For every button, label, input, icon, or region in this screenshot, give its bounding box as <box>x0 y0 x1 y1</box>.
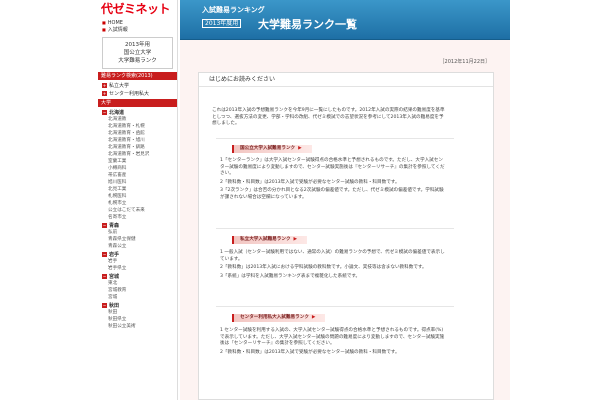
page-left-margin <box>0 0 98 400</box>
panel-title: はじめにお読みください <box>199 73 493 87</box>
logo-text: 代ゼミネット <box>101 2 171 16</box>
divider <box>216 306 454 307</box>
bullet-icon: ■ <box>102 27 106 32</box>
sidebar-university-link[interactable]: 公立はこだて未来 <box>98 207 177 214</box>
sidebar-university-link[interactable]: 青森公立 <box>98 243 177 250</box>
sidebar-university-link[interactable]: 岩手 <box>98 258 177 265</box>
sidebar-university-link[interactable]: 北海道教育・岩見沢 <box>98 151 177 158</box>
sidebar-university-link[interactable]: 宮城教育 <box>98 287 177 294</box>
sidebar-university-link[interactable]: 岩手県立 <box>98 265 177 272</box>
section-center-private: センター利用私大入試難易ランク ▶ <box>232 314 326 322</box>
header-subtitle: 入試難易ランキング <box>202 6 265 14</box>
site-logo[interactable]: 代ゼミネット <box>98 0 177 18</box>
sidebar-university-link[interactable]: 名寄市立 <box>98 214 177 221</box>
section-national-public: 国公立大学入試難易ランク ▶ <box>232 145 312 153</box>
pref-akita[interactable]: − 秋田 <box>98 301 177 309</box>
divider <box>216 228 454 229</box>
sidebar-university-link[interactable]: 北海道教 <box>98 116 177 123</box>
sidebar-university-link[interactable]: 秋田 <box>98 309 177 316</box>
page-right-margin <box>510 0 610 400</box>
list-item: 2「教科数・科目数」は2013年入試で受験が必要なセンター試験の教科・科目数です… <box>220 179 400 185</box>
ranking-search-header: 難易ランク検索(2013) <box>98 72 177 80</box>
sidebar-university-link[interactable]: 秋田県立 <box>98 316 177 323</box>
sidebar-university-link[interactable]: 旭川医科 <box>98 179 177 186</box>
sidebar-university-link[interactable]: 帯広畜産 <box>98 172 177 179</box>
top-links: ■ HOME ■ 入試情報 <box>98 18 177 34</box>
page-header: 入試難易ランキング 2013年度用 大学難易ランク一覧 <box>180 0 510 40</box>
sidebar-university-link[interactable]: 北海道教育・函館 <box>98 130 177 137</box>
header-year-badge: 2013年度用 <box>202 19 242 28</box>
arrow-right-icon: ▶ <box>311 315 316 320</box>
category-private-university[interactable]: + 私立大学 <box>98 81 177 89</box>
sidebar-university-link[interactable]: 秋田公立美術 <box>98 323 177 330</box>
sidebar-university-link[interactable]: 北海道教育・釧路 <box>98 144 177 151</box>
minus-icon: − <box>102 222 107 228</box>
category-center-private[interactable]: + センター利用私大 <box>98 89 177 97</box>
sidebar-university-link[interactable]: 北海道教育・札幌 <box>98 123 177 130</box>
list-item: 2「教科数」は2013年入試における学科試験の教科数です。小論文、実技等は含まな… <box>220 265 427 270</box>
list-item: 1 一般入試（センター試験利用ではない、通常の入試）の難易ランクの予想で、代ゼミ… <box>220 250 445 262</box>
section-private: 私立大学入試難易ランク ▶ <box>232 236 308 244</box>
list-item: 3「2次ランク」は合否の分かれ目となる2次試験の偏差値です。ただし、代ゼミ模試の… <box>220 188 444 200</box>
list-item: 2「教科数・科目数」は2013年入試で受験が必要なセンター試験の教科・科目数です… <box>220 349 400 355</box>
pref-aomori[interactable]: − 青森 <box>98 221 177 229</box>
home-link[interactable]: ■ HOME <box>102 19 173 26</box>
arrow-right-icon: ▶ <box>298 146 302 151</box>
divider <box>216 138 454 139</box>
section-national-public-list: 1「センターランク」は大学入試センター試験得点の合格水準と予想されるものです。た… <box>220 158 446 203</box>
arrow-right-icon: ▶ <box>293 237 298 242</box>
minus-icon: − <box>102 109 107 115</box>
sidebar: 代ゼミネット ■ HOME ■ 入試情報 2013年用 国公立大学 大学難易ランク … <box>98 0 178 400</box>
university-header: 大学 <box>98 99 177 107</box>
plus-icon: + <box>102 90 107 96</box>
plus-icon: + <box>102 82 107 88</box>
pref-iwate[interactable]: − 岩手 <box>98 250 177 258</box>
minus-icon: − <box>102 273 107 279</box>
sidebar-university-link[interactable]: 小樽商科 <box>98 165 177 172</box>
entrance-info-link[interactable]: ■ 入試情報 <box>102 26 173 33</box>
sidebar-university-link[interactable]: 札幌市立 <box>98 200 177 207</box>
sidebar-university-link[interactable]: 弘前 <box>98 229 177 236</box>
sidebar-university-link[interactable]: 室蘭工業 <box>98 158 177 165</box>
sidebar-university-link[interactable]: 宮城 <box>98 294 177 301</box>
pref-miyagi[interactable]: − 宮城 <box>98 272 177 280</box>
minus-icon: − <box>102 251 107 257</box>
list-item: 1「センターランク」は大学入試センター試験得点の合格水準と予想されるものです。た… <box>220 158 445 176</box>
sidebar-university-link[interactable]: 東北 <box>98 280 177 287</box>
list-item: 3「系統」は学科を入試難易ランキング表まで複雑化した系統です。 <box>220 273 361 279</box>
minus-icon: − <box>102 302 107 308</box>
year-box[interactable]: 2013年用 国公立大学 大学難易ランク <box>102 37 173 69</box>
pref-hokkaido[interactable]: − 北海道 <box>98 108 177 116</box>
update-date: ［2012年11月22日］ <box>439 59 490 65</box>
sidebar-university-link[interactable]: 青森県立保健 <box>98 236 177 243</box>
bullet-icon: ■ <box>102 20 106 25</box>
sidebar-university-link[interactable]: 北海道教育・旭川 <box>98 137 177 144</box>
list-item: 1 センター試験を利用する入試の、大学入試センター試験得点の合格水準と予想される… <box>220 328 445 346</box>
main-content: 入試難易ランキング 2013年度用 大学難易ランク一覧 ［2012年11月22日… <box>180 0 510 400</box>
sidebar-university-link[interactable]: 札幌医科 <box>98 193 177 200</box>
section-center-private-list: 1 センター試験を利用する入試の、大学入試センター試験得点の合格水準と予想される… <box>220 328 446 358</box>
sidebar-university-link[interactable]: 北見工業 <box>98 186 177 193</box>
page-title: 大学難易ランク一覧 <box>258 18 357 31</box>
intro-text: これは2013年入試の予想難易ランクを今年9月に一覧にしたものです。2012年入… <box>212 108 445 126</box>
section-private-list: 1 一般入試（センター試験利用ではない、通常の入試）の難易ランクの予想で、代ゼミ… <box>220 250 446 282</box>
